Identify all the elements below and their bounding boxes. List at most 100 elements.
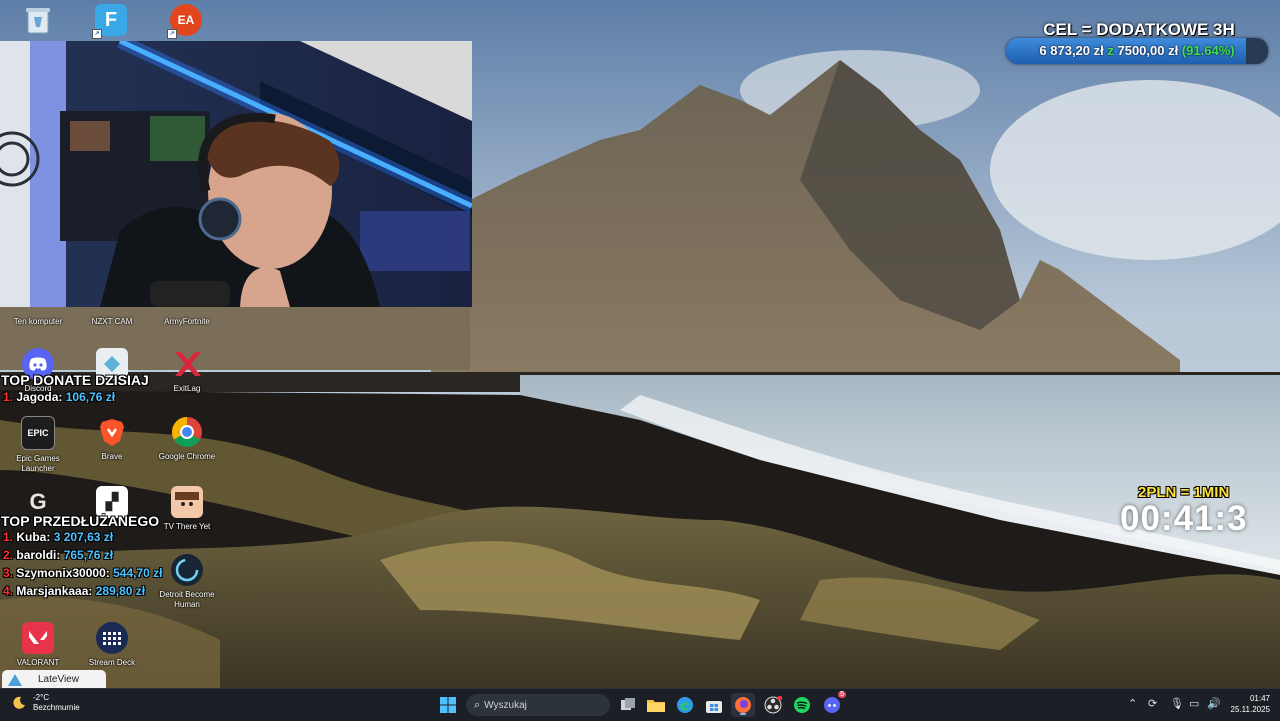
ten-komputer-shortcut[interactable]: Ten komputer [0, 313, 76, 327]
goal-target: 7500,00 zł [1117, 43, 1179, 58]
taskbar-obs[interactable] [761, 693, 785, 717]
army-fortnite-label: ArmyFortnite [164, 317, 210, 326]
f-app-icon: F ↗ [92, 4, 127, 39]
weather-widget[interactable]: -2°C Bezchmurnie [12, 693, 80, 713]
taskbar-spotify[interactable] [790, 693, 814, 717]
taskbar: -2°C Bezchmurnie ⌕ Wyszukaj 5 ⌃ ⟳ 🎙 ▭ 🔊 [0, 688, 1280, 721]
top-extend-row: 4. Marsjankaaa: 289,80 zł [3, 584, 145, 598]
donor-name: Jagoda: [16, 390, 63, 404]
detroit-icon [171, 554, 203, 586]
valorant-icon [22, 622, 54, 654]
detroit-label: Detroit Become Human [159, 590, 215, 609]
taskbar-store[interactable] [702, 693, 726, 717]
rank-number: 1. [3, 530, 14, 544]
chrome-label: Google Chrome [158, 452, 216, 461]
store-icon [706, 701, 722, 713]
goal-progress-bar: 6 873,20 zł z 7500,00 zł (91.64%) [1006, 38, 1268, 64]
goal-title: CEL = DODATKOWE 3H [1043, 20, 1235, 39]
task-view-icon [621, 698, 635, 710]
search-placeholder: Wyszukaj [484, 699, 527, 711]
taskbar-search[interactable]: ⌕ Wyszukaj [466, 694, 610, 716]
they-are-there-yet-label: TV There Yet [163, 522, 211, 531]
recycle-bin-icon [22, 4, 54, 36]
top-extend-row: 1. Kuba: 3 207,63 zł [3, 530, 113, 544]
recycle-bin-shortcut[interactable] [0, 4, 76, 36]
lateview-label: LateView [38, 674, 79, 685]
folder-icon [647, 700, 665, 712]
webcam-feed [0, 41, 472, 307]
rank-number: 2. [3, 548, 14, 562]
detroit-shortcut[interactable]: Detroit Become Human [149, 554, 225, 610]
weather-temp: -2°C [33, 693, 50, 702]
taskbar-file-explorer[interactable] [644, 693, 668, 717]
top-donate-row: 1. Jagoda: 106,76 zł [3, 390, 115, 404]
donor-name: Marsjankaaa: [16, 584, 93, 598]
tray-overflow-chevron-icon[interactable]: ⌃ [1128, 697, 1137, 710]
subathon-timer: 00:41:3 [1120, 499, 1248, 538]
rank-number: 3. [3, 566, 14, 580]
search-icon: ⌕ [474, 698, 481, 711]
brave-icon [96, 416, 128, 448]
valorant-label: VALORANT [16, 658, 60, 667]
obs-icon [764, 696, 782, 714]
valorant-shortcut[interactable]: VALORANT [0, 622, 76, 668]
f-app-shortcut[interactable]: F ↗ [73, 4, 149, 39]
moon-icon [12, 696, 26, 710]
microphone-icon[interactable]: 🎙 [1170, 697, 1184, 710]
stream-deck-shortcut[interactable]: Stream Deck [74, 622, 150, 668]
taskbar-discord[interactable]: 5 [820, 691, 846, 717]
donor-amount: 544,70 zł [113, 566, 163, 580]
donor-name: Kuba: [16, 530, 51, 544]
epic-games-shortcut[interactable]: EPIC Epic Games Launcher [0, 416, 76, 474]
nzxt-cam-label: NZXT CAM [91, 317, 133, 326]
taskbar-firefox[interactable] [731, 693, 755, 717]
discord-taskbar-icon [824, 697, 840, 713]
goal-separator: z [1107, 43, 1114, 58]
game-character-icon [171, 486, 203, 518]
donor-amount: 3 207,63 zł [53, 530, 114, 544]
goal-current: 6 873,20 zł [1039, 43, 1104, 58]
nzxt-cam-shortcut[interactable]: NZXT CAM [74, 313, 150, 327]
task-view-button[interactable] [616, 693, 640, 717]
windows-icon [440, 697, 456, 713]
start-button[interactable] [436, 693, 460, 717]
rank-number: 1. [3, 390, 14, 404]
discord-badge: 5 [838, 691, 846, 698]
tray-sync-icon[interactable]: ⟳ [1148, 697, 1157, 710]
volume-icon[interactable]: 🔊 [1207, 697, 1221, 710]
network-icon[interactable]: ▭ [1189, 697, 1199, 710]
donor-amount: 106,76 zł [65, 390, 116, 404]
chrome-icon [171, 416, 203, 448]
top-donate-title: TOP DONATE DZISIAJ [1, 372, 149, 388]
top-extend-title: TOP PRZEDŁUŻANEGO [1, 513, 160, 529]
they-are-there-yet-shortcut[interactable]: TV There Yet [149, 486, 225, 532]
goal-percent: (91.64%) [1181, 43, 1235, 58]
ea-app-shortcut[interactable]: EA ↗ [148, 4, 224, 39]
top-extend-row: 2. baroldi: 765,76 zł [3, 548, 113, 562]
spotify-icon [794, 697, 810, 713]
ten-komputer-label: Ten komputer [13, 317, 63, 326]
stream-deck-label: Stream Deck [88, 658, 136, 667]
lateview-icon [8, 674, 22, 686]
system-clock[interactable]: 01:47 25.11.2025 [1224, 693, 1270, 715]
taskbar-edge[interactable] [673, 693, 697, 717]
brave-label: Brave [101, 452, 123, 461]
clock-time: 01:47 [1249, 694, 1270, 703]
exitlag-label: ExitLag [173, 384, 201, 393]
goal-progress-text: 6 873,20 zł z 7500,00 zł (91.64%) [1006, 43, 1268, 58]
donor-name: Szymonix30000: [16, 566, 110, 580]
chrome-shortcut[interactable]: Google Chrome [149, 416, 225, 462]
webcam-overlay [0, 41, 472, 307]
lateview-window-tab[interactable]: LateView [2, 670, 106, 688]
running-indicator [740, 713, 746, 715]
firefox-icon [735, 697, 751, 713]
edge-icon [677, 697, 693, 713]
ea-icon: EA ↗ [167, 4, 202, 39]
top-extend-row: 3. Szymonix30000: 544,70 zł [3, 566, 162, 580]
rank-number: 4. [3, 584, 14, 598]
donor-amount: 289,80 zł [95, 584, 146, 598]
exitlag-shortcut[interactable]: ExitLag [149, 348, 225, 394]
army-fortnite-shortcut[interactable]: ArmyFortnite [149, 313, 225, 327]
weather-desc: Bezchmurnie [33, 703, 80, 712]
brave-shortcut[interactable]: Brave [74, 416, 150, 462]
